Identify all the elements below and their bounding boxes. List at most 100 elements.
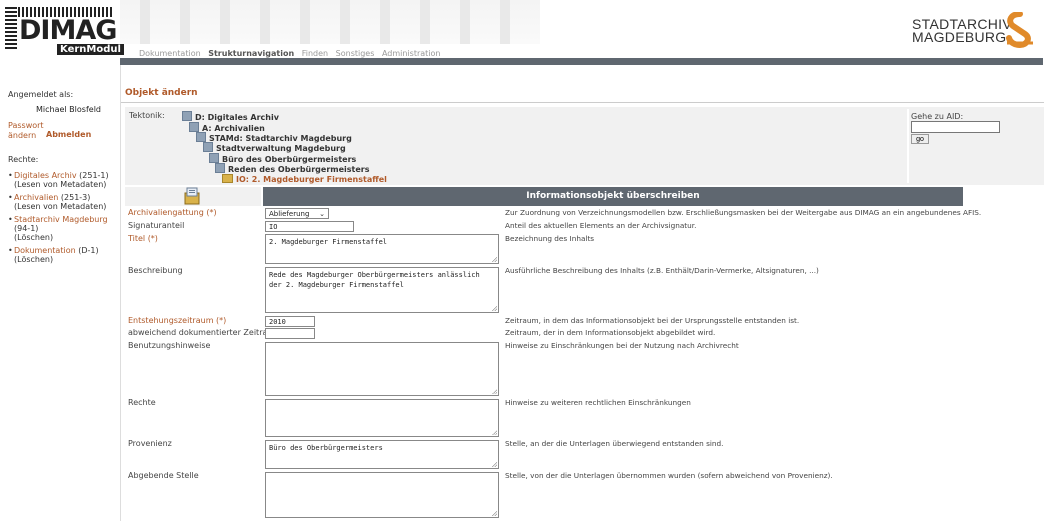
field-hint: Anteil des aktuellen Elements an der Arc… xyxy=(505,221,697,230)
archivaliengattung-select[interactable]: Ablieferung ⌄ xyxy=(265,208,329,219)
rights-item-link[interactable]: Stadtarchiv Magdeburg xyxy=(14,215,108,224)
tektonik-label: Tektonik: xyxy=(129,111,165,120)
tektonik-panel: Tektonik: D: Digitales Archiv A: Archiva… xyxy=(125,107,1044,185)
logo-word: DIMAG xyxy=(19,15,117,46)
field-hint: Ausführliche Beschreibung des Inhalts (z… xyxy=(505,266,819,275)
chevron-down-icon: ⌄ xyxy=(319,210,325,218)
benutzungshinweise-textarea[interactable] xyxy=(265,342,499,396)
provenienz-textarea[interactable]: Büro des Oberbürgermeisters xyxy=(265,440,499,469)
beschreibung-textarea[interactable]: Rede des Magdeburger Oberbürgermeisters … xyxy=(265,267,499,313)
field-hint: Bezeichnung des Inhalts xyxy=(505,234,595,243)
field-label-abweichender-zeitraum: abweichend dokumentierter Zeitraum xyxy=(128,328,281,337)
nav-strukturnavigation[interactable]: Strukturnavigation xyxy=(208,49,294,58)
nav-finden[interactable]: Finden xyxy=(302,49,328,58)
field-label-archivaliengattung: Archivaliengattung (*) xyxy=(128,208,217,217)
cube-icon xyxy=(196,132,206,142)
rights-perm: (Löschen) xyxy=(14,255,54,264)
textarea-value: 2. Magdeburger Firmenstaffel xyxy=(269,238,388,246)
logout-link[interactable]: Abmelden xyxy=(46,130,91,139)
rights-list: Digitales Archiv (251-1)(Lesen von Metad… xyxy=(8,171,116,268)
cube-icon xyxy=(209,153,219,163)
folder-icon xyxy=(222,174,233,183)
dimag-logo[interactable]: DIMAG KernModul xyxy=(5,7,124,55)
goto-aid-label: Gehe zu AID: xyxy=(911,112,964,121)
field-hint: Hinweise zu Einschränkungen bei der Nutz… xyxy=(505,341,739,350)
resize-grip-icon[interactable] xyxy=(492,462,497,467)
tree-node-label: Stadtverwaltung Magdeburg xyxy=(216,144,346,153)
field-label-abgebende-stelle: Abgebende Stelle xyxy=(128,471,199,480)
tree-node-current[interactable]: IO: 2. Magdeburger Firmenstaffel xyxy=(222,174,387,184)
field-label-titel: Titel (*) xyxy=(128,234,158,243)
user-name: Michael Blosfeld xyxy=(36,105,101,114)
org-line2: MAGDEBURG xyxy=(912,29,1007,45)
rechte-textarea[interactable] xyxy=(265,399,499,437)
rights-item-link[interactable]: Digitales Archiv xyxy=(14,171,77,180)
select-value: Ablieferung xyxy=(269,210,310,218)
rights-code: (D-1) xyxy=(78,246,99,255)
rights-item: Digitales Archiv (251-1)(Lesen von Metad… xyxy=(8,171,116,189)
cube-icon xyxy=(215,163,225,173)
stadtarchiv-logo-text: STADTARCHIV MAGDEBURG xyxy=(912,17,1012,45)
tree-node[interactable]: D: Digitales Archiv xyxy=(182,111,279,122)
rights-perm: (Löschen) xyxy=(14,233,54,242)
field-hint: Stelle, an der die Unterlagen überwiegen… xyxy=(505,439,724,448)
rights-item: Dokumentation (D-1) (Löschen) xyxy=(8,246,116,264)
abweichender-zeitraum-input[interactable] xyxy=(265,328,315,339)
stadtarchiv-emblem-icon xyxy=(1006,12,1033,49)
form-header-icon-cell xyxy=(125,187,261,206)
save-box-icon[interactable] xyxy=(183,187,201,205)
resize-grip-icon[interactable] xyxy=(492,430,497,435)
rights-perm: (Lesen von Metadaten) xyxy=(14,180,107,189)
rights-item-link[interactable]: Archivalien xyxy=(14,193,58,202)
tree-node[interactable]: Reden des Oberbürgermeisters xyxy=(215,163,370,174)
sidebar: Angemeldet als: Michael Blosfeld Passwor… xyxy=(0,65,118,521)
field-hint: Zur Zuordnung von Verzeichnungsmodellen … xyxy=(505,208,982,217)
title-divider xyxy=(121,102,1044,103)
field-label-benutzungshinweise: Benutzungshinweise xyxy=(128,341,211,350)
abgebende-stelle-textarea[interactable] xyxy=(265,472,499,518)
rights-code: (251-3) xyxy=(60,193,91,202)
nav-dokumentation[interactable]: Dokumentation xyxy=(139,49,201,58)
rights-code: (251-1) xyxy=(79,171,109,180)
nav-sonstiges[interactable]: Sonstiges xyxy=(336,49,375,58)
form-header: Informationsobjekt überschreiben xyxy=(125,187,963,206)
goto-aid-input[interactable] xyxy=(911,121,1000,133)
nav-administration[interactable]: Administration xyxy=(382,49,441,58)
top-bar xyxy=(120,58,1043,65)
change-password-link[interactable]: Passwort ändern xyxy=(8,121,48,141)
rights-item: Stadtarchiv Magdeburg(94-1)(Löschen) xyxy=(8,215,116,242)
tree-node-label: IO: 2. Magdeburger Firmenstaffel xyxy=(236,175,387,184)
form-header-title: Informationsobjekt überschreiben xyxy=(263,187,963,206)
resize-grip-icon[interactable] xyxy=(492,257,497,262)
header: DIMAG KernModul Dokumentation Strukturna… xyxy=(0,0,1048,58)
tree-node[interactable]: Stadtverwaltung Magdeburg xyxy=(203,142,346,153)
cube-icon xyxy=(189,122,199,132)
logged-in-label: Angemeldet als: xyxy=(8,90,74,99)
rights-code: (94-1) xyxy=(14,224,39,233)
goto-aid-box: Gehe zu AID: go xyxy=(907,109,1044,183)
rights-item: Archivalien (251-3)(Lesen von Metadaten) xyxy=(8,193,116,211)
resize-grip-icon[interactable] xyxy=(492,389,497,394)
tree-node-label: D: Digitales Archiv xyxy=(195,113,279,122)
field-label-provenienz: Provenienz xyxy=(128,439,172,448)
entstehungszeitraum-input[interactable]: 2010 xyxy=(265,316,315,327)
logo-sub: KernModul xyxy=(57,44,124,55)
field-hint: Hinweise zu weiteren rechtlichen Einschr… xyxy=(505,398,691,407)
field-label-rechte: Rechte xyxy=(128,398,156,407)
resize-grip-icon[interactable] xyxy=(492,511,497,516)
cube-icon xyxy=(182,111,192,121)
textarea-value: Rede des Magdeburger Oberbürgermeisters … xyxy=(269,271,480,289)
main-content: Objekt ändern Tektonik: D: Digitales Arc… xyxy=(120,65,1044,521)
resize-grip-icon[interactable] xyxy=(492,306,497,311)
main-nav: Dokumentation Strukturnavigation Finden … xyxy=(139,49,446,58)
titel-textarea[interactable]: 2. Magdeburger Firmenstaffel xyxy=(265,234,499,264)
field-hint: Zeitraum, der in dem Informationsobjekt … xyxy=(505,328,716,337)
tree-node-label: Reden des Oberbürgermeisters xyxy=(228,165,370,174)
field-label-beschreibung: Beschreibung xyxy=(128,266,183,275)
cube-icon xyxy=(203,142,213,152)
go-button[interactable]: go xyxy=(911,134,929,144)
signaturanteil-input[interactable]: IO xyxy=(265,221,354,232)
textarea-value: Büro des Oberbürgermeisters xyxy=(269,444,383,452)
rights-item-link[interactable]: Dokumentation xyxy=(14,246,76,255)
page-title: Objekt ändern xyxy=(125,88,198,98)
